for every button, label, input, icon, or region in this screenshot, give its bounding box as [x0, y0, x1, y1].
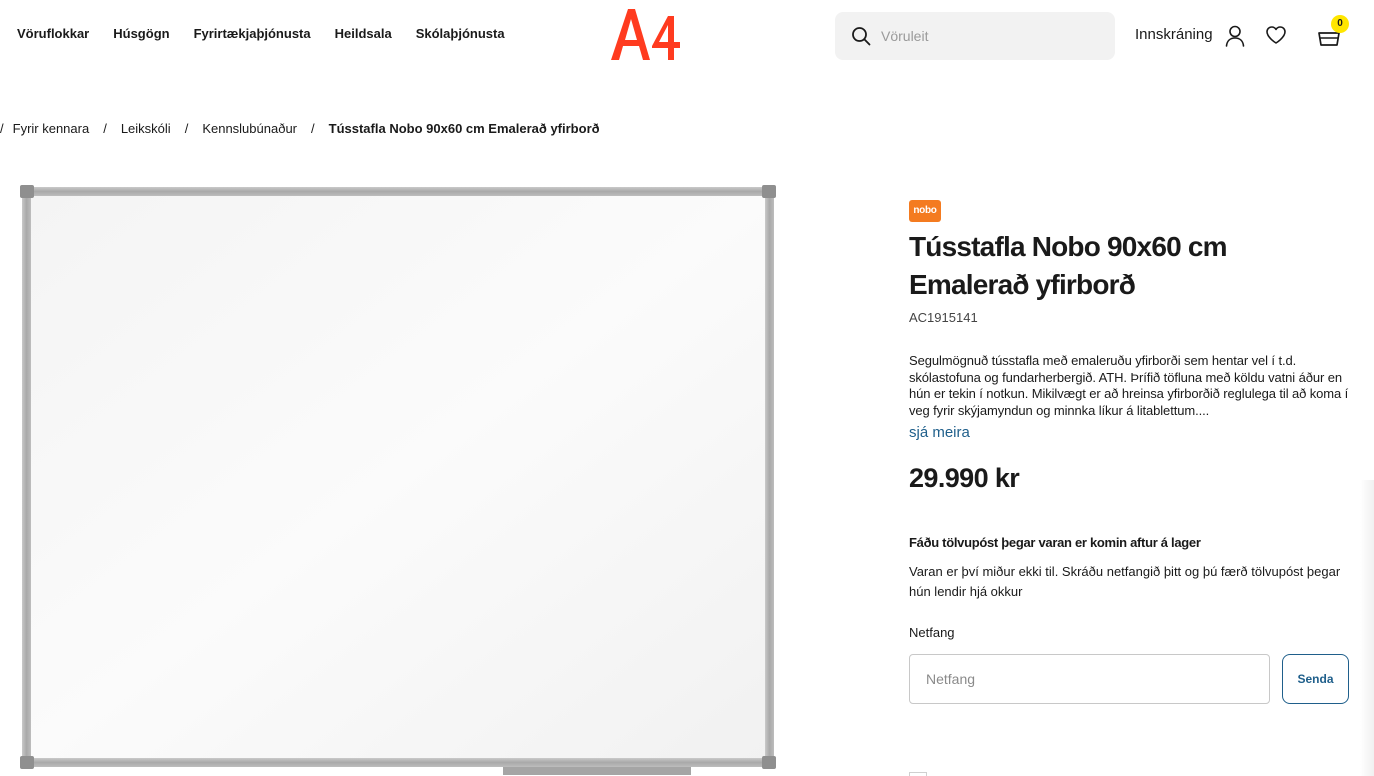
breadcrumb-item-fyrir-kennara[interactable]: Fyrir kennara — [13, 121, 90, 136]
product-sku: AC1915141 — [909, 310, 978, 325]
breadcrumb: / Fyrir kennara / Leikskóli / Kennslubún… — [0, 121, 600, 136]
product-description: Segulmögnuð tússtafla með emaleruðu yfir… — [909, 353, 1349, 418]
breadcrumb-separator: / — [0, 121, 4, 136]
see-more-link[interactable]: sjá meira — [909, 424, 970, 441]
email-field[interactable] — [909, 654, 1270, 704]
a4-logo[interactable] — [608, 6, 684, 64]
nav-item-skolathjonusta[interactable]: Skólaþjónusta — [416, 26, 505, 41]
product-price: 29.990 kr — [909, 463, 1020, 493]
chat-widget-edge — [1360, 480, 1374, 776]
search-input[interactable] — [881, 24, 1101, 48]
breadcrumb-separator: / — [103, 121, 107, 136]
breadcrumb-separator: / — [184, 121, 189, 136]
nav-item-fyrirtaekjathjonusta[interactable]: Fyrirtækjaþjónusta — [194, 26, 311, 41]
breadcrumb-item-leikskoli[interactable]: Leikskóli — [121, 121, 171, 136]
breadcrumb-item-kennslubunadur[interactable]: Kennslubúnaður — [202, 121, 297, 136]
site-header: Vöruflokkar Húsgögn Fyrirtækjaþjónusta H… — [0, 0, 1374, 72]
send-button[interactable]: Senda — [1282, 654, 1349, 704]
user-icon[interactable] — [1225, 25, 1245, 47]
product-image-whiteboard[interactable] — [18, 184, 778, 776]
search-bar[interactable] — [835, 12, 1115, 60]
notify-title: Fáðu tölvupóst þegar varan er komin aftu… — [909, 535, 1201, 550]
main-nav: Vöruflokkar Húsgögn Fyrirtækjaþjónusta H… — [17, 26, 505, 41]
notify-text: Varan er því miður ekki til. Skráðu netf… — [909, 564, 1341, 599]
breadcrumb-current: Tússtafla Nobo 90x60 cm Emalerað yfirbor… — [328, 121, 600, 136]
product-title: Tússtafla Nobo 90x60 cm Emalerað yfirbor… — [909, 231, 1228, 300]
nav-item-heildsala[interactable]: Heildsala — [335, 26, 392, 41]
checkbox-partial[interactable] — [909, 772, 927, 776]
login-link[interactable]: Innskráning — [1135, 26, 1213, 43]
email-label: Netfang — [909, 625, 955, 640]
heart-icon[interactable] — [1265, 25, 1287, 45]
cart-count-badge: 0 — [1331, 15, 1349, 33]
breadcrumb-separator: / — [311, 121, 315, 136]
search-icon[interactable] — [851, 26, 871, 46]
brand-logo-nobo[interactable]: nobo — [909, 200, 941, 222]
nav-item-voruflokkar[interactable]: Vöruflokkar — [17, 26, 89, 41]
nav-item-husgogn[interactable]: Húsgögn — [113, 26, 169, 41]
